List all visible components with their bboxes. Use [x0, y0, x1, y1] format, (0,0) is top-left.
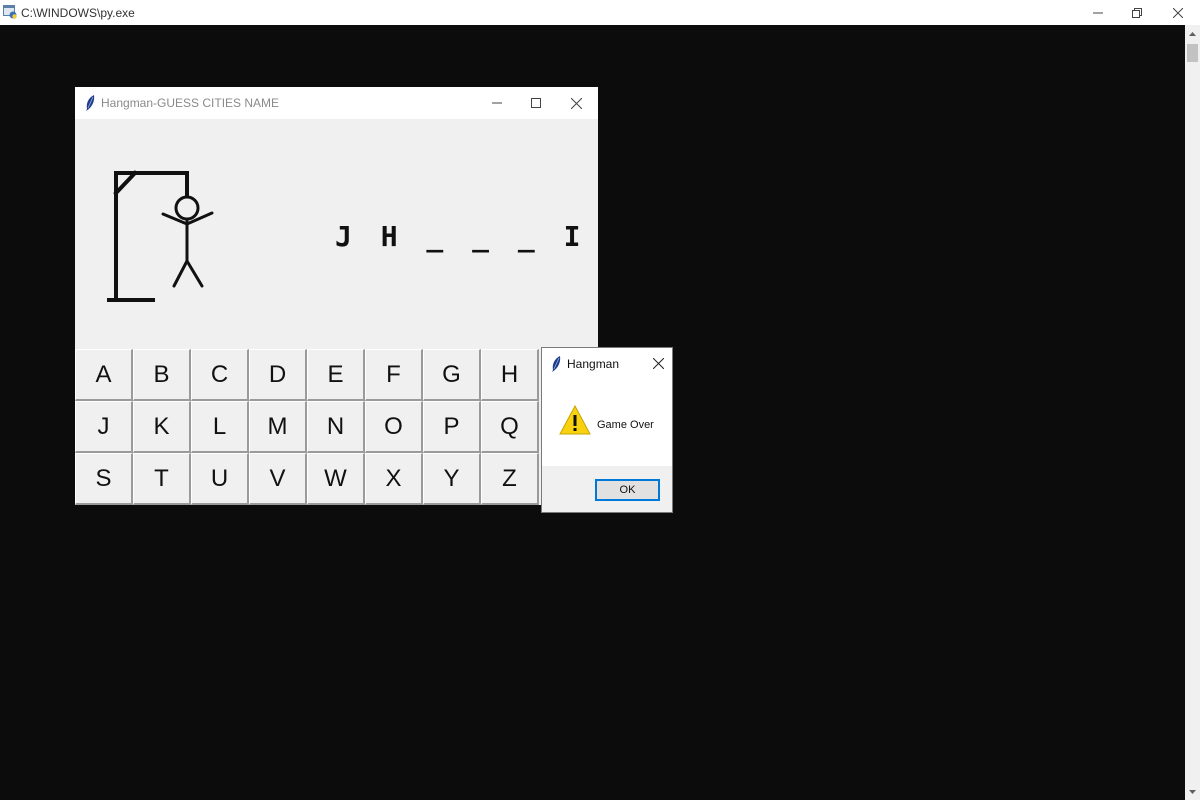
scroll-up-arrow-icon[interactable]: [1185, 25, 1200, 42]
letter-key-f[interactable]: F: [365, 349, 423, 401]
python-console-icon: [3, 5, 17, 19]
close-icon: [570, 97, 582, 109]
letter-key-z[interactable]: Z: [481, 453, 539, 505]
letter-key-w[interactable]: W: [307, 453, 365, 505]
hangman-titlebar: Hangman-GUESS CITIES NAME: [75, 87, 598, 119]
letter-key-a[interactable]: A: [75, 349, 133, 401]
letter-key-m[interactable]: M: [249, 401, 307, 453]
letter-key-n[interactable]: N: [307, 401, 365, 453]
hangman-minimize-button[interactable]: [477, 87, 517, 119]
maximize-icon: [531, 98, 541, 108]
scroll-thumb[interactable]: [1187, 44, 1198, 62]
warning-icon: [559, 404, 591, 440]
close-icon: [652, 357, 664, 369]
restore-button[interactable]: [1117, 0, 1157, 25]
minimize-icon: [492, 102, 502, 104]
console-title: C:\WINDOWS\py.exe: [21, 6, 135, 20]
hangman-head: [174, 195, 200, 221]
hangman-window: Hangman-GUESS CITIES NAME J H _ _ _ I A …: [75, 87, 598, 505]
letter-key-j[interactable]: J: [75, 401, 133, 453]
console-titlebar: C:\WINDOWS\py.exe: [0, 0, 1200, 25]
hangman-left-leg: [172, 259, 189, 288]
letter-key-y[interactable]: Y: [423, 453, 481, 505]
letter-key-u[interactable]: U: [191, 453, 249, 505]
ok-button[interactable]: OK: [595, 479, 660, 501]
hangman-right-leg: [185, 259, 204, 288]
hangman-close-button[interactable]: [556, 87, 596, 119]
letter-key-e[interactable]: E: [307, 349, 365, 401]
tk-feather-icon: [550, 355, 562, 378]
vertical-scrollbar[interactable]: [1185, 25, 1200, 800]
dialog-button-bar: OK: [542, 466, 672, 512]
close-button[interactable]: [1158, 0, 1198, 25]
game-over-dialog: Hangman Game Over OK: [541, 347, 673, 513]
minimize-button[interactable]: [1078, 0, 1118, 25]
letter-key-h[interactable]: H: [481, 349, 539, 401]
minimize-icon: [1093, 12, 1103, 13]
letter-key-c[interactable]: C: [191, 349, 249, 401]
hangman-maximize-button[interactable]: [516, 87, 556, 119]
letter-keyboard: ABCDEFGH JKLMNOPQ STUVWXYZ: [75, 349, 598, 505]
guessed-word-display: J H _ _ _ I: [335, 220, 587, 253]
letter-key-b[interactable]: B: [133, 349, 191, 401]
letter-key-p[interactable]: P: [423, 401, 481, 453]
letter-key-o[interactable]: O: [365, 401, 423, 453]
dialog-title: Hangman: [567, 357, 620, 371]
dialog-message: Game Over: [597, 419, 654, 431]
letter-key-q[interactable]: Q: [481, 401, 539, 453]
letter-key-d[interactable]: D: [249, 349, 307, 401]
letter-key-x[interactable]: X: [365, 453, 423, 505]
tk-feather-icon: [84, 94, 96, 117]
scroll-down-arrow-icon[interactable]: [1185, 783, 1200, 800]
close-icon: [1173, 7, 1183, 18]
letter-key-s[interactable]: S: [75, 453, 133, 505]
hangman-gallows-drawing: [107, 170, 214, 302]
letter-key-g[interactable]: G: [423, 349, 481, 401]
letter-key-k[interactable]: K: [133, 401, 191, 453]
letter-key-l[interactable]: L: [191, 401, 249, 453]
gallows-brace: [113, 170, 138, 196]
letter-key-t[interactable]: T: [133, 453, 191, 505]
hangman-window-title: Hangman-GUESS CITIES NAME: [101, 96, 280, 110]
restore-icon: [1132, 7, 1142, 18]
letter-key-v[interactable]: V: [249, 453, 307, 505]
dialog-close-button[interactable]: [648, 353, 668, 373]
